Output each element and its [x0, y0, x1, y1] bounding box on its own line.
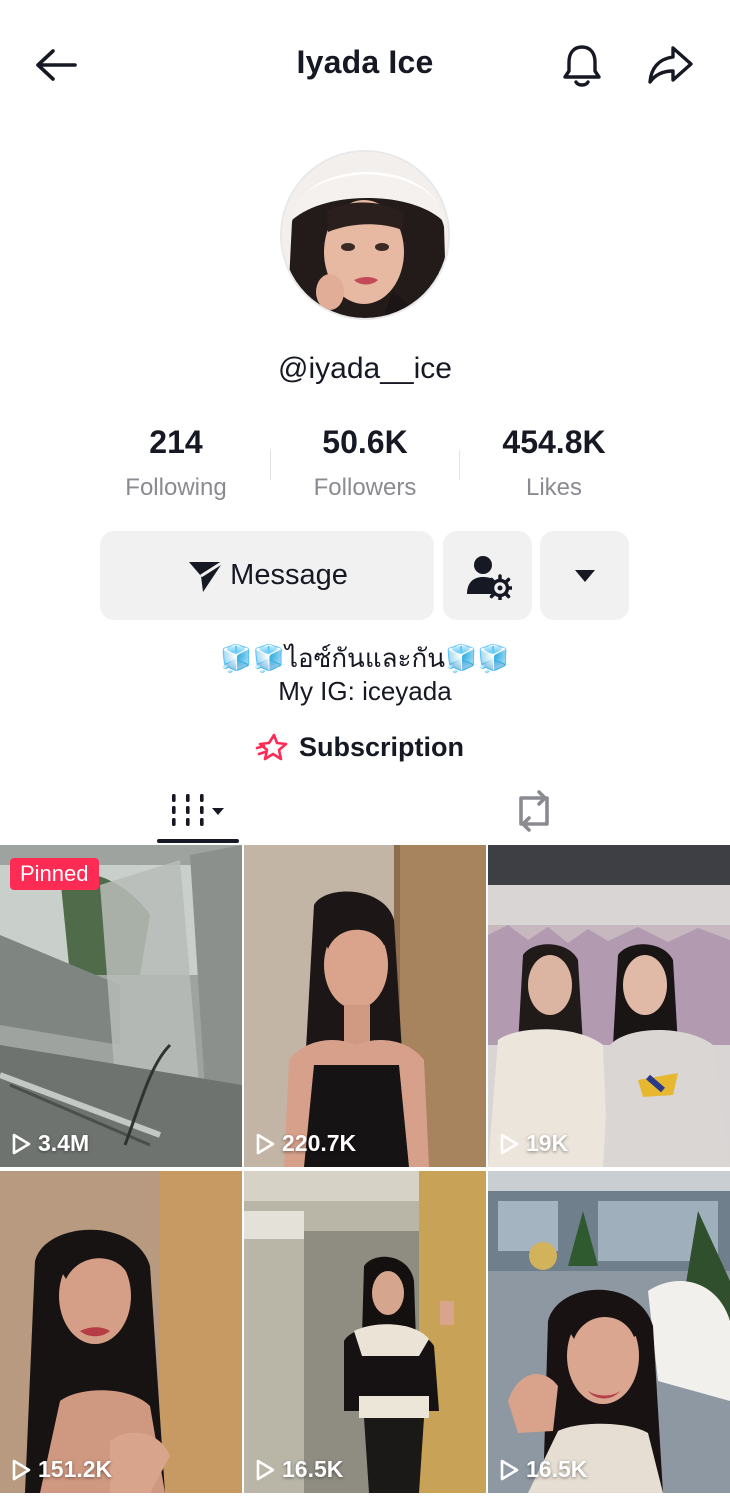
play-icon — [256, 1459, 275, 1480]
repost-icon — [519, 790, 549, 832]
video-thumbnail — [488, 1171, 730, 1493]
video-view-count: 220.7K — [282, 1130, 357, 1156]
play-icon — [500, 1459, 519, 1480]
play-icon — [12, 1459, 31, 1480]
stat-likes-value: 454.8K — [502, 424, 606, 460]
avatar-image — [282, 152, 448, 318]
caret-down-icon — [574, 569, 595, 582]
subscription-link[interactable]: Subscription — [255, 727, 464, 767]
share-arrow-icon — [648, 46, 693, 84]
top-bar: Iyada Ice — [0, 0, 730, 130]
video-views: 16.5K — [498, 1456, 587, 1483]
follow-settings-button[interactable] — [443, 531, 532, 620]
stat-following-label: Following — [125, 474, 227, 501]
message-button[interactable]: Message — [100, 531, 434, 620]
subscription-label: Subscription — [299, 731, 465, 762]
video-tile[interactable]: Pinned 3.4M — [0, 845, 242, 1167]
video-views: 19K — [498, 1130, 568, 1157]
notifications-button[interactable] — [555, 38, 609, 92]
video-tile[interactable]: 16.5K — [244, 1171, 486, 1493]
video-tile[interactable]: 151.2K — [0, 1171, 242, 1493]
video-thumbnail — [488, 845, 730, 1167]
profile-handle: @iyada__ice — [278, 352, 452, 385]
play-icon — [256, 1133, 275, 1154]
avatar[interactable] — [280, 150, 450, 320]
stat-likes-label: Likes — [525, 474, 583, 501]
bio-line: 🧊🧊ไอซ์กันและกัน🧊🧊 — [220, 643, 510, 673]
tab-active-indicator — [157, 839, 239, 843]
share-button[interactable] — [642, 38, 698, 92]
message-button-label: Message — [230, 559, 348, 591]
tab-videos[interactable] — [157, 780, 239, 842]
video-view-count: 16.5K — [526, 1456, 588, 1482]
tab-reposts[interactable] — [497, 780, 571, 842]
video-views: 16.5K — [254, 1456, 343, 1483]
video-views: 3.4M — [10, 1130, 89, 1157]
stat-likes[interactable]: 454.8K Likes — [459, 424, 649, 502]
video-view-count: 3.4M — [38, 1130, 90, 1156]
stat-followers-value: 50.6K — [322, 424, 408, 460]
user-settings-icon — [466, 555, 512, 600]
stat-followers[interactable]: 50.6K Followers — [270, 424, 460, 502]
send-plane-icon — [189, 560, 224, 592]
grid-bars-icon — [172, 794, 224, 826]
video-thumbnail — [244, 1171, 486, 1493]
video-view-count: 19K — [526, 1130, 569, 1156]
bell-icon — [563, 45, 601, 87]
play-icon — [500, 1133, 519, 1154]
video-tile[interactable]: 16.5K — [488, 1171, 730, 1493]
pinned-badge: Pinned — [10, 858, 99, 890]
video-tile[interactable]: 220.7K — [244, 845, 486, 1167]
page-title: Iyada Ice — [296, 44, 434, 80]
stat-following[interactable]: 214 Following — [81, 424, 271, 502]
video-view-count: 16.5K — [282, 1456, 344, 1482]
play-icon — [12, 1133, 31, 1154]
video-view-count: 151.2K — [38, 1456, 113, 1482]
bio-line: My IG: iceyada — [278, 676, 452, 706]
video-views: 151.2K — [10, 1456, 112, 1483]
more-options-button[interactable] — [540, 531, 629, 620]
video-views: 220.7K — [254, 1130, 356, 1157]
video-thumbnail — [0, 845, 242, 1167]
star-badge-icon — [255, 733, 288, 761]
video-thumbnail — [0, 1171, 242, 1493]
video-tile[interactable]: 19K — [488, 845, 730, 1167]
stat-following-value: 214 — [149, 424, 203, 460]
stat-followers-label: Followers — [313, 474, 417, 501]
video-thumbnail — [244, 845, 486, 1167]
